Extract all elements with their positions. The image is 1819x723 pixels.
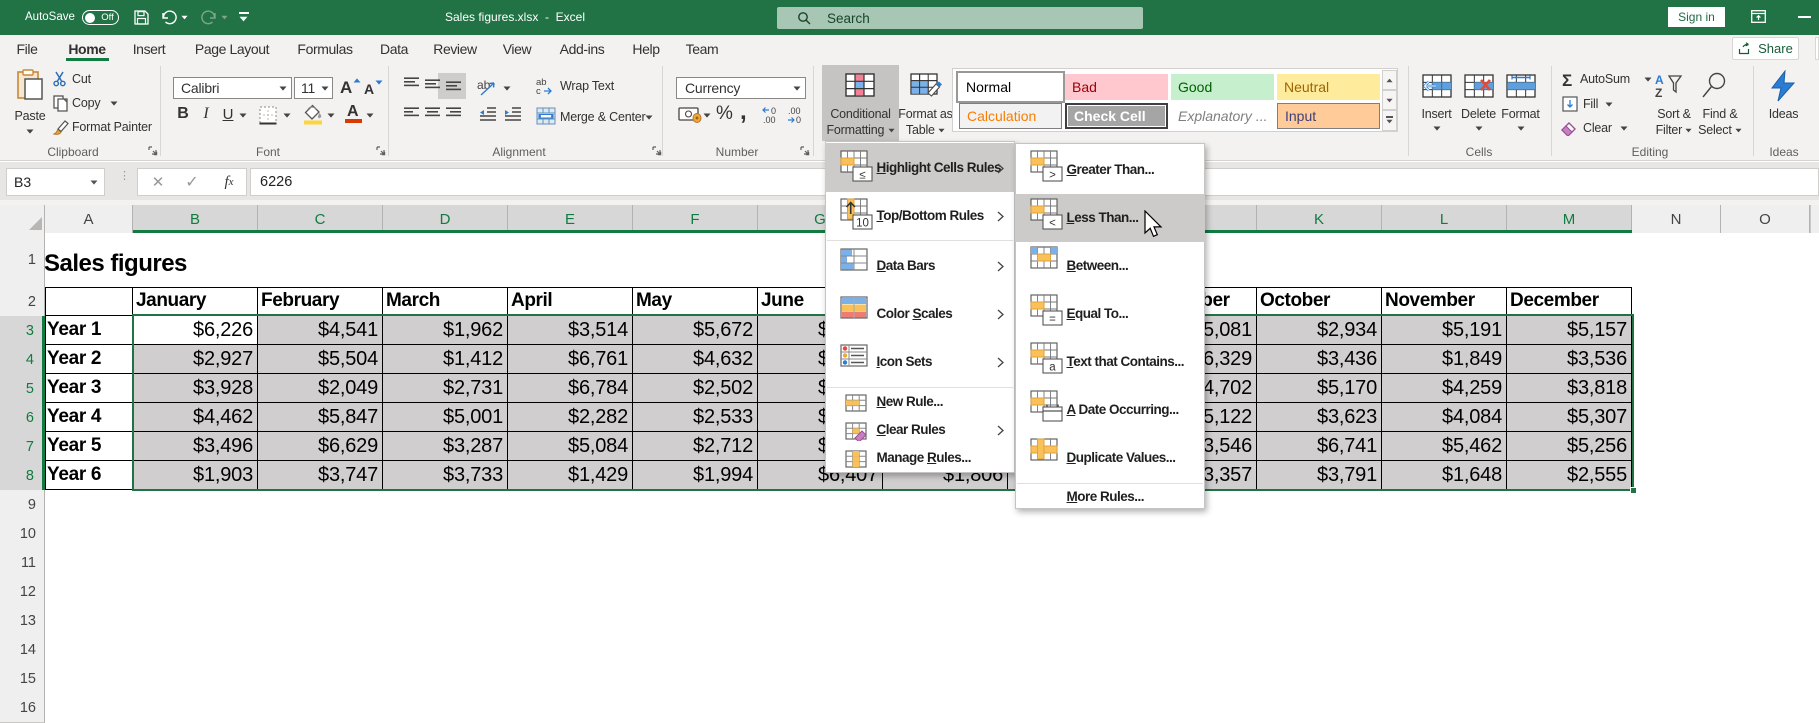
svg-text:>: > xyxy=(1049,170,1056,182)
svg-text:ab: ab xyxy=(477,78,491,92)
svg-text:≤: ≤ xyxy=(859,170,865,182)
svg-text:10: 10 xyxy=(856,218,869,230)
svg-text:<: < xyxy=(1049,218,1056,230)
svg-text:A: A xyxy=(1655,73,1664,87)
svg-text:=: = xyxy=(1049,314,1056,326)
svg-text:.00: .00 xyxy=(763,115,776,125)
svg-text:Z: Z xyxy=(1655,86,1662,99)
svg-text:0: 0 xyxy=(796,115,801,125)
svg-text:a: a xyxy=(1049,362,1056,374)
svg-text:c: c xyxy=(536,86,541,96)
